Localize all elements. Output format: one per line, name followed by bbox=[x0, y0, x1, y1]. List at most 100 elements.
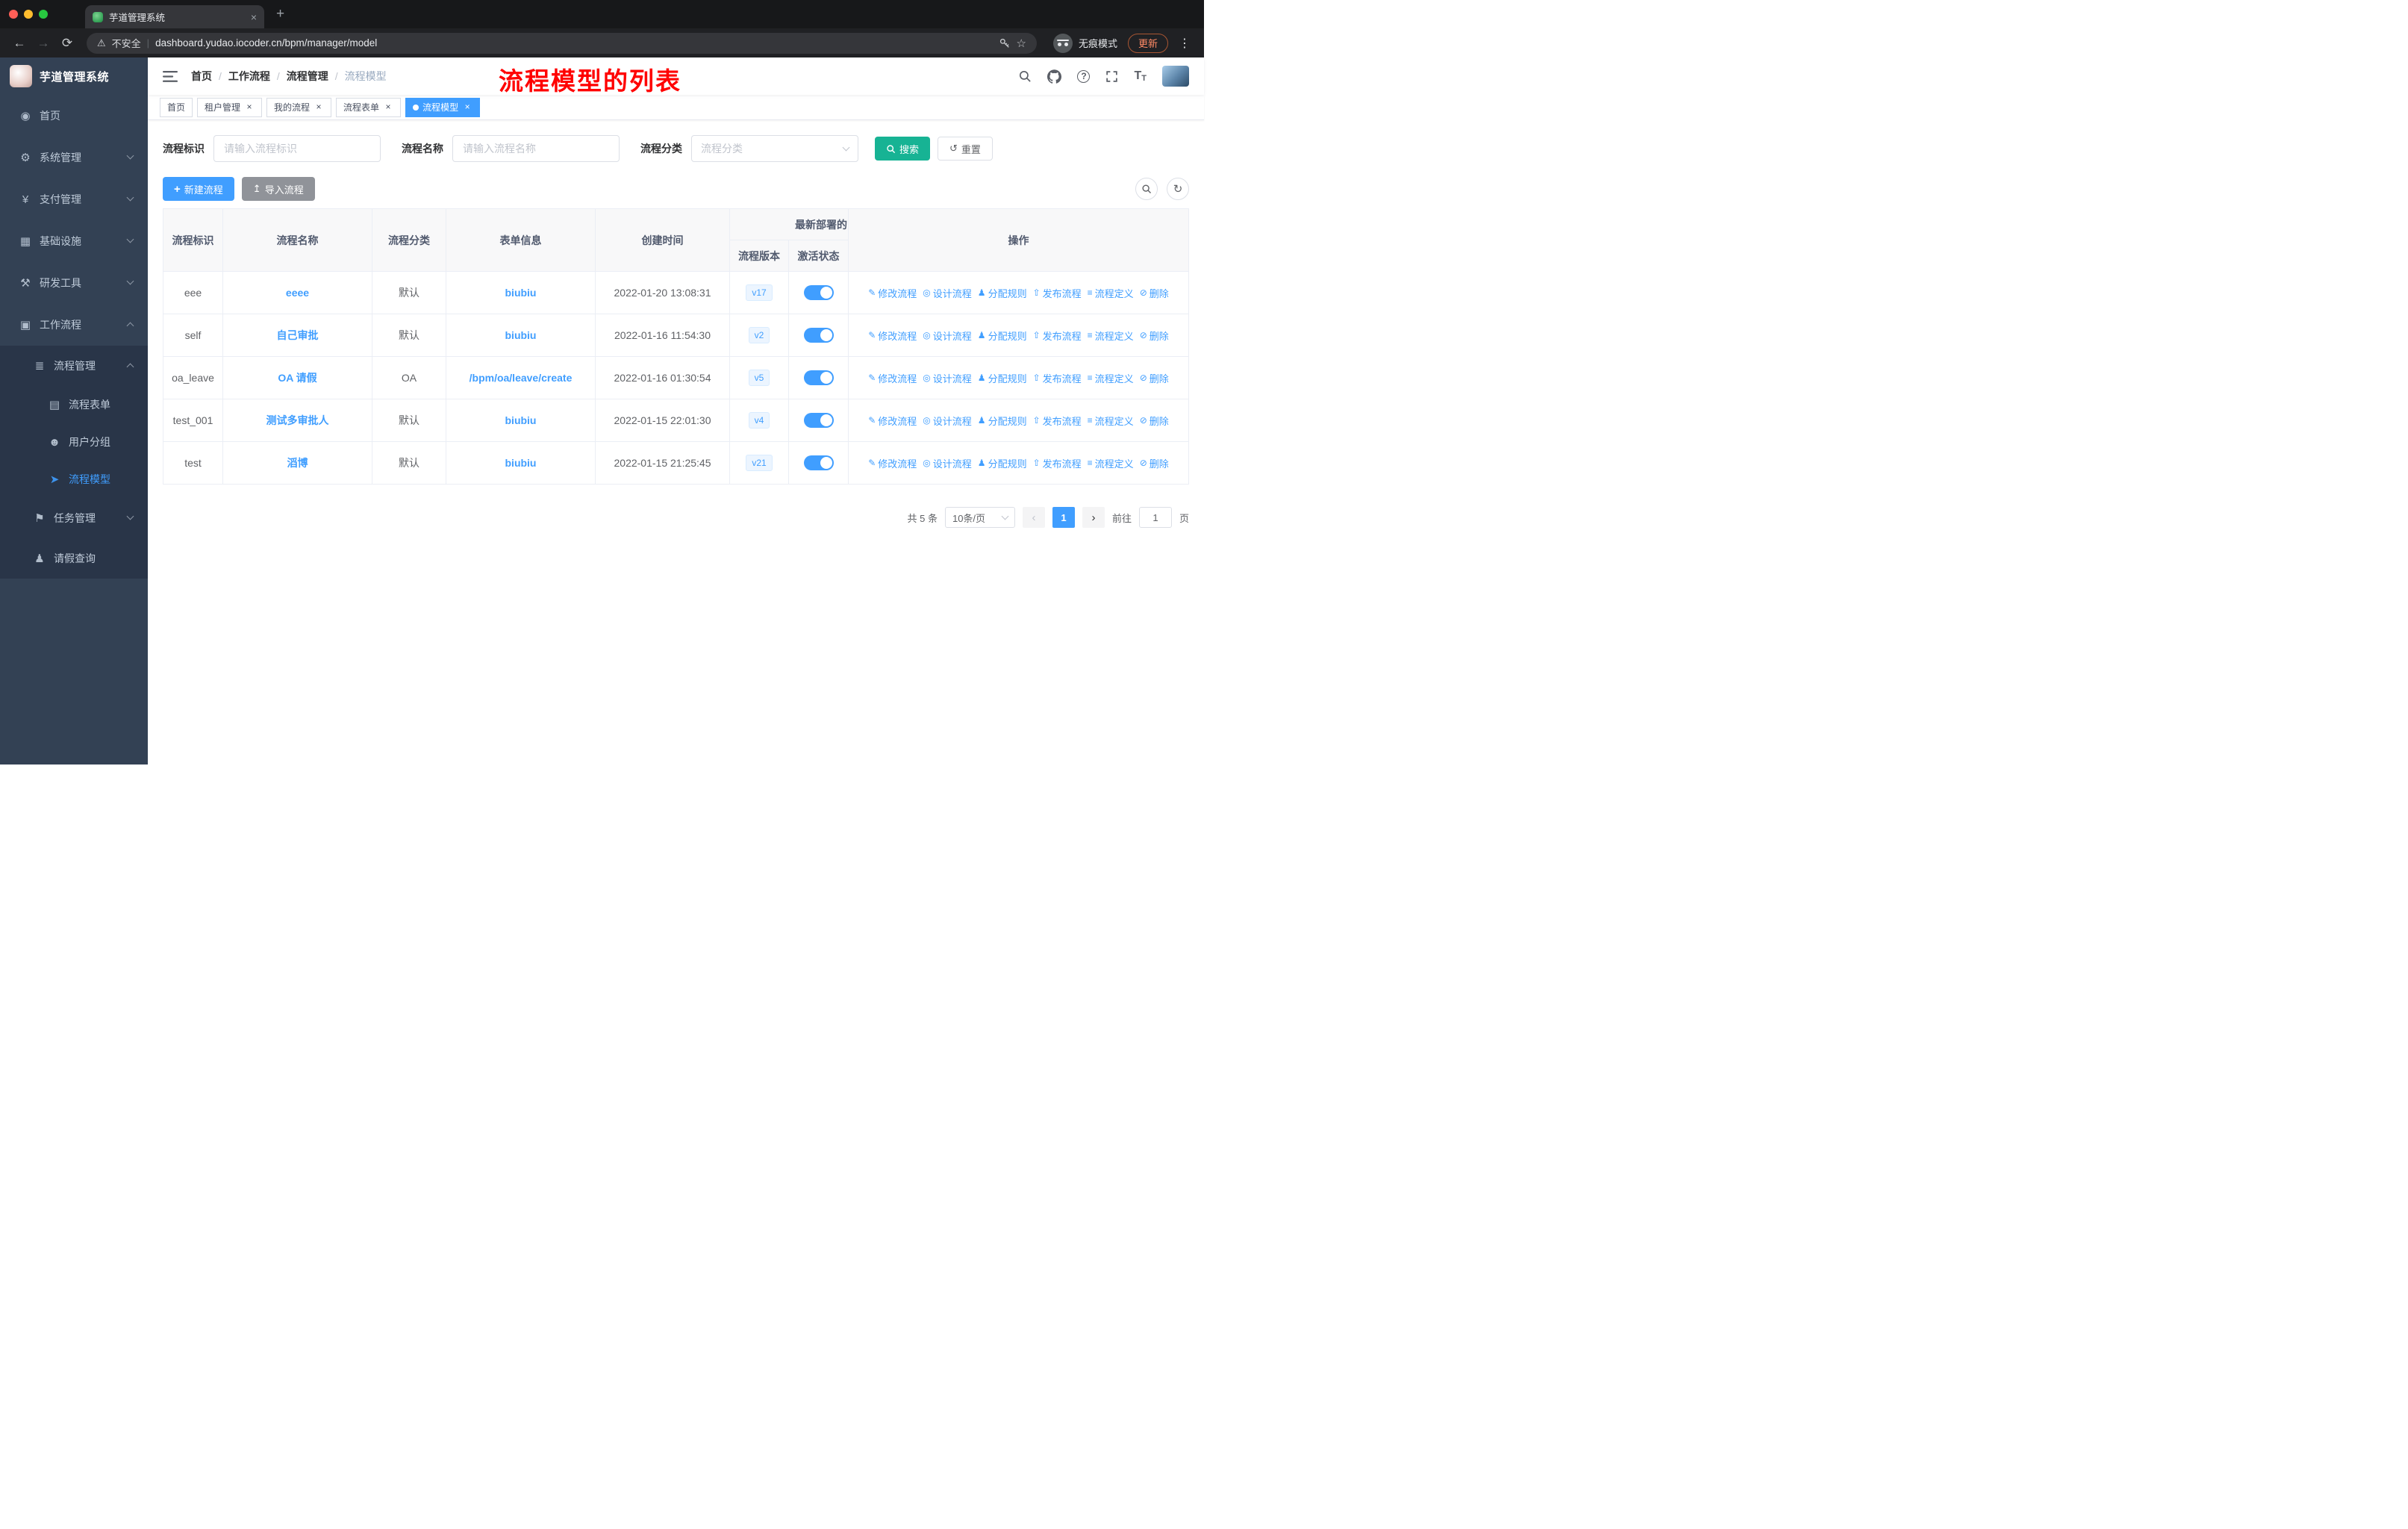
action-design[interactable]: ◎ 设计流程 bbox=[923, 456, 972, 470]
action-assign[interactable]: ♟ 分配规则 bbox=[978, 414, 1027, 428]
action-definition[interactable]: ≡ 流程定义 bbox=[1088, 456, 1134, 470]
process-name-link[interactable]: 自己审批 bbox=[277, 329, 319, 341]
browser-tab[interactable]: 芋道管理系统 × bbox=[85, 5, 264, 28]
tag-item[interactable]: 流程表单 × bbox=[336, 97, 402, 117]
sidebar-item-dashboard[interactable]: ◉ 首页 bbox=[0, 95, 148, 137]
sidebar-item-leave-query[interactable]: ♟ 请假查询 bbox=[0, 538, 148, 579]
action-assign[interactable]: ♟ 分配规则 bbox=[978, 328, 1027, 343]
action-definition[interactable]: ≡ 流程定义 bbox=[1088, 414, 1134, 428]
tag-item[interactable]: 流程模型 × bbox=[405, 97, 481, 117]
process-name-link[interactable]: OA 请假 bbox=[278, 372, 316, 384]
active-toggle[interactable] bbox=[803, 328, 834, 343]
browser-menu-icon[interactable]: ⋮ bbox=[1179, 36, 1191, 51]
close-window-button[interactable] bbox=[9, 10, 18, 19]
version-badge[interactable]: v21 bbox=[746, 455, 773, 471]
forward-icon[interactable]: → bbox=[33, 36, 54, 51]
process-name-link[interactable]: 测试多审批人 bbox=[266, 414, 329, 426]
action-assign[interactable]: ♟ 分配规则 bbox=[978, 456, 1027, 470]
action-delete[interactable]: ⊘ 删除 bbox=[1140, 414, 1169, 428]
breadcrumb-item[interactable]: 首页 bbox=[191, 69, 212, 84]
next-page-button[interactable]: › bbox=[1082, 507, 1105, 528]
action-definition[interactable]: ≡ 流程定义 bbox=[1088, 286, 1134, 300]
form-info-link[interactable]: biubiu bbox=[505, 414, 537, 426]
hamburger-icon[interactable] bbox=[163, 70, 178, 83]
breadcrumb-item[interactable]: 流程管理 bbox=[287, 69, 328, 84]
tag-close-icon[interactable]: × bbox=[244, 102, 255, 113]
github-icon[interactable] bbox=[1047, 69, 1062, 84]
help-icon[interactable]: ? bbox=[1077, 69, 1091, 83]
new-tab-button[interactable]: + bbox=[276, 6, 284, 22]
process-name-input[interactable] bbox=[452, 135, 620, 162]
action-assign[interactable]: ♟ 分配规则 bbox=[978, 286, 1027, 300]
sidebar-item-system-manage[interactable]: ⚙ 系统管理 bbox=[0, 137, 148, 178]
form-info-link[interactable]: biubiu bbox=[505, 457, 537, 469]
sidebar-logo[interactable]: 芋道管理系统 bbox=[0, 57, 148, 95]
version-badge[interactable]: v17 bbox=[746, 284, 773, 301]
action-definition[interactable]: ≡ 流程定义 bbox=[1088, 371, 1134, 385]
action-design[interactable]: ◎ 设计流程 bbox=[923, 371, 972, 385]
active-toggle[interactable] bbox=[803, 413, 834, 428]
sidebar-item-task-manage[interactable]: ⚑ 任务管理 bbox=[0, 498, 148, 538]
breadcrumb-item[interactable]: 工作流程 bbox=[228, 69, 270, 84]
process-category-select[interactable]: 流程分类 bbox=[691, 135, 858, 162]
fullscreen-icon[interactable] bbox=[1105, 70, 1118, 83]
tag-item[interactable]: 我的流程 × bbox=[266, 97, 332, 117]
form-info-link[interactable]: biubiu bbox=[505, 329, 537, 341]
sidebar-item-payment-manage[interactable]: ¥ 支付管理 bbox=[0, 178, 148, 220]
minimize-window-button[interactable] bbox=[24, 10, 33, 19]
sidebar-item-workflow[interactable]: ▣ 工作流程 bbox=[0, 304, 148, 346]
action-publish[interactable]: ⇧ 发布流程 bbox=[1033, 456, 1082, 470]
create-process-button[interactable]: + 新建流程 bbox=[163, 177, 234, 201]
tag-close-icon[interactable]: × bbox=[314, 102, 324, 113]
action-publish[interactable]: ⇧ 发布流程 bbox=[1033, 328, 1082, 343]
current-page-button[interactable]: 1 bbox=[1052, 507, 1075, 528]
form-info-link[interactable]: biubiu bbox=[505, 287, 537, 299]
version-badge[interactable]: v2 bbox=[748, 327, 770, 343]
action-design[interactable]: ◎ 设计流程 bbox=[923, 286, 972, 300]
tag-item[interactable]: 租户管理 × bbox=[197, 97, 263, 117]
action-edit[interactable]: ✎ 修改流程 bbox=[868, 286, 917, 300]
process-name-link[interactable]: 滔博 bbox=[287, 457, 308, 469]
sidebar-item-user-group[interactable]: ☻ 用户分组 bbox=[0, 423, 148, 461]
version-badge[interactable]: v4 bbox=[748, 412, 770, 429]
action-edit[interactable]: ✎ 修改流程 bbox=[868, 328, 917, 343]
tag-close-icon[interactable]: × bbox=[462, 102, 472, 113]
goto-page-input[interactable] bbox=[1138, 507, 1172, 528]
action-edit[interactable]: ✎ 修改流程 bbox=[868, 456, 917, 470]
search-button[interactable]: 搜索 bbox=[875, 137, 931, 161]
action-delete[interactable]: ⊘ 删除 bbox=[1140, 456, 1169, 470]
version-badge[interactable]: v5 bbox=[748, 370, 770, 386]
refresh-table-button[interactable]: ↻ bbox=[1167, 178, 1189, 200]
zoom-window-button[interactable] bbox=[39, 10, 48, 19]
process-name-link[interactable]: eeee bbox=[286, 287, 309, 299]
action-delete[interactable]: ⊘ 删除 bbox=[1140, 371, 1169, 385]
action-assign[interactable]: ♟ 分配规则 bbox=[978, 371, 1027, 385]
sidebar-item-devtools[interactable]: ⚒ 研发工具 bbox=[0, 262, 148, 304]
page-size-select[interactable]: 10条/页 bbox=[944, 507, 1015, 528]
update-button[interactable]: 更新 bbox=[1127, 33, 1168, 53]
bookmark-star-icon[interactable]: ☆ bbox=[1017, 37, 1026, 50]
active-toggle[interactable] bbox=[803, 455, 834, 470]
reload-icon[interactable]: ⟳ bbox=[57, 36, 78, 51]
action-publish[interactable]: ⇧ 发布流程 bbox=[1033, 286, 1082, 300]
active-toggle[interactable] bbox=[803, 370, 834, 385]
action-publish[interactable]: ⇧ 发布流程 bbox=[1033, 371, 1082, 385]
user-avatar[interactable] bbox=[1162, 66, 1189, 87]
password-key-icon[interactable] bbox=[999, 37, 1011, 49]
sidebar-item-process-manage[interactable]: ≣ 流程管理 bbox=[0, 346, 148, 386]
sidebar-item-process-form[interactable]: ▤ 流程表单 bbox=[0, 386, 148, 423]
form-info-link[interactable]: /bpm/oa/leave/create bbox=[470, 372, 573, 384]
font-size-icon[interactable]: TT bbox=[1134, 69, 1147, 83]
action-publish[interactable]: ⇧ 发布流程 bbox=[1033, 414, 1082, 428]
search-icon[interactable] bbox=[1018, 69, 1032, 83]
reset-button[interactable]: ↺ 重置 bbox=[938, 137, 993, 161]
tag-close-icon[interactable]: × bbox=[383, 102, 393, 113]
tab-close-icon[interactable]: × bbox=[251, 11, 257, 23]
process-key-input[interactable] bbox=[213, 135, 381, 162]
sidebar-item-process-model[interactable]: ➤ 流程模型 bbox=[0, 461, 148, 498]
address-bar[interactable]: ⚠ 不安全 | dashboard.yudao.iocoder.cn/bpm/m… bbox=[87, 32, 1037, 54]
action-design[interactable]: ◎ 设计流程 bbox=[923, 328, 972, 343]
action-edit[interactable]: ✎ 修改流程 bbox=[868, 414, 917, 428]
action-delete[interactable]: ⊘ 删除 bbox=[1140, 328, 1169, 343]
import-process-button[interactable]: ↥ 导入流程 bbox=[241, 177, 315, 201]
